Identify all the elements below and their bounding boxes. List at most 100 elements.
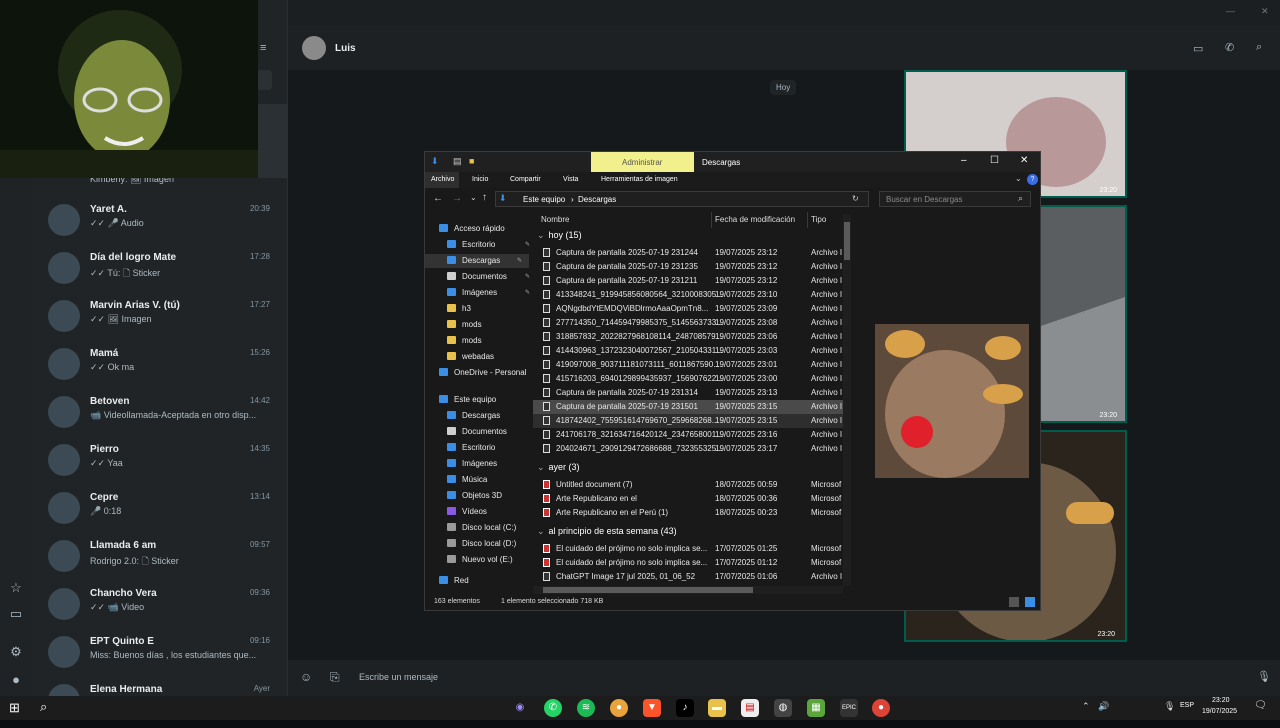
properties-icon[interactable]: ▤ bbox=[453, 156, 462, 167]
avatar[interactable] bbox=[48, 492, 80, 524]
chrome-profile-icon[interactable]: ● bbox=[872, 699, 890, 717]
epic-games-icon[interactable]: EPIC bbox=[840, 699, 858, 717]
nav-item[interactable]: Red bbox=[439, 574, 469, 588]
avatar[interactable] bbox=[302, 36, 326, 60]
file-row[interactable]: 241706178_321634716420124_2347658001... 1… bbox=[533, 428, 843, 442]
contact-name[interactable]: Luis bbox=[335, 43, 356, 54]
nav-item[interactable]: Música bbox=[447, 473, 487, 487]
file-row[interactable]: Captura de pantalla 2025-07-19 231501 19/… bbox=[533, 400, 843, 414]
search-input[interactable]: Buscar en Descargas ⌕ bbox=[879, 191, 1031, 207]
spotify-icon[interactable]: ≋ bbox=[577, 699, 595, 717]
chat-list-item[interactable]: Cepre 13:14 🎤 0:18 bbox=[32, 488, 288, 536]
window-minimize-button[interactable]: — bbox=[1226, 6, 1235, 16]
nav-item[interactable]: mods bbox=[447, 318, 482, 332]
window-close-button[interactable]: ✕ bbox=[1261, 6, 1269, 17]
tray-chevron-icon[interactable]: ⌃ bbox=[1082, 701, 1090, 712]
search-icon[interactable]: ⌕ bbox=[1256, 41, 1262, 54]
volume-icon[interactable]: 🔊 bbox=[1098, 701, 1109, 712]
avatar[interactable] bbox=[48, 396, 80, 428]
mic-icon[interactable]: 🎙 bbox=[1257, 670, 1271, 683]
tab-herramientas-imagen[interactable]: Herramientas de imagen bbox=[601, 176, 678, 183]
emoji-icon[interactable]: ☺ bbox=[300, 670, 312, 684]
chat-list-item[interactable]: Betoven 14:42 📹 Videollamada-Aceptada en o… bbox=[32, 392, 288, 440]
message-input[interactable]: Escribe un mensaje bbox=[359, 672, 438, 682]
copilot-icon[interactable]: ◉ bbox=[511, 699, 529, 717]
column-name[interactable]: Nombre bbox=[541, 215, 569, 224]
search-box-edge[interactable] bbox=[256, 70, 272, 90]
nav-item[interactable]: Imágenes ✎ bbox=[447, 286, 530, 300]
video-call-icon[interactable]: ▭ bbox=[1193, 42, 1203, 55]
maximize-button[interactable]: ☐ bbox=[990, 155, 999, 166]
avatar[interactable] bbox=[48, 444, 80, 476]
pin-icon[interactable]: ✎ bbox=[525, 270, 530, 284]
nav-item[interactable]: Este equipo bbox=[439, 393, 496, 407]
chat-list-item[interactable]: Día del logro Mate 17:28 ✓✓ Tú: 🗋 Sticker bbox=[32, 248, 288, 296]
archive-icon[interactable]: ▭ bbox=[8, 606, 24, 622]
whatsapp-icon[interactable]: ✆ bbox=[544, 699, 562, 717]
clock-time[interactable]: 23:20 bbox=[1212, 697, 1230, 704]
breadcrumb-descargas[interactable]: Descargas bbox=[578, 195, 616, 204]
language-indicator[interactable]: ESP bbox=[1180, 702, 1194, 709]
address-bar[interactable]: ⬇ Este equipo › Descargas ↻ bbox=[495, 191, 869, 207]
hscroll-thumb[interactable] bbox=[543, 587, 753, 593]
chat-list-item[interactable]: Llamada 6 am 09:57 Rodrigo 2.0: 🗋 Sticker bbox=[32, 536, 288, 584]
column-type[interactable]: Tipo bbox=[811, 215, 826, 224]
nav-item[interactable]: Descargas bbox=[447, 409, 500, 423]
pin-icon[interactable]: ✎ bbox=[525, 238, 530, 252]
avatar[interactable] bbox=[48, 636, 80, 668]
nav-item[interactable]: webadas bbox=[447, 350, 494, 364]
nav-item[interactable]: Documentos ✎ bbox=[447, 270, 530, 284]
file-row[interactable]: El cuidado del prójimo no solo implica s… bbox=[533, 556, 843, 570]
group-header[interactable]: ⌄ hoy (15) bbox=[537, 230, 582, 244]
attach-icon[interactable]: ⎘ bbox=[330, 670, 340, 685]
pdf-icon[interactable]: ▤ bbox=[741, 699, 759, 717]
windows-start-icon[interactable]: ⊞ bbox=[9, 700, 20, 716]
scroll-thumb[interactable] bbox=[844, 222, 850, 260]
file-row[interactable]: Captura de pantalla 2025-07-19 231314 19/… bbox=[533, 386, 843, 400]
back-icon[interactable]: ← bbox=[433, 193, 443, 204]
column-divider[interactable] bbox=[807, 212, 808, 228]
filter-icon[interactable]: ≡ bbox=[260, 42, 266, 54]
notification-icon[interactable]: 🗨 bbox=[1254, 700, 1267, 711]
chrome-icon[interactable]: ● bbox=[610, 699, 628, 717]
file-row[interactable]: 318857832_2022827968108114_248708579... 1… bbox=[533, 330, 843, 344]
nav-item[interactable]: mods bbox=[447, 334, 482, 348]
quick-access-icon[interactable]: ⬇ bbox=[431, 156, 439, 167]
image-message[interactable]: 23:20 bbox=[1036, 205, 1127, 423]
nav-item[interactable]: Imágenes bbox=[447, 457, 497, 471]
group-header[interactable]: ⌄ al principio de esta semana (43) bbox=[537, 526, 677, 540]
recent-icon[interactable]: ⌄ bbox=[470, 193, 477, 202]
column-date[interactable]: Fecha de modificación bbox=[715, 215, 795, 224]
avatar[interactable] bbox=[48, 204, 80, 236]
nav-item[interactable]: Escritorio ✎ bbox=[447, 238, 530, 252]
nav-item[interactable]: h3 bbox=[447, 302, 471, 316]
file-row[interactable]: Captura de pantalla 2025-07-19 231244 19/… bbox=[533, 246, 843, 260]
file-row[interactable]: 414430963_1372323040072567_210504331... 1… bbox=[533, 344, 843, 358]
star-icon[interactable]: ☆ bbox=[8, 580, 24, 596]
vertical-scrollbar[interactable] bbox=[843, 214, 851, 586]
chat-list-item[interactable]: Mamá 15:26 ✓✓ Ok ma bbox=[32, 344, 288, 392]
avatar[interactable] bbox=[48, 588, 80, 620]
brave-icon[interactable]: ▼ bbox=[643, 699, 661, 717]
nav-item[interactable]: Descargas ✎ bbox=[425, 254, 529, 268]
nav-item[interactable]: Nuevo vol (E:) bbox=[447, 553, 513, 567]
chat-list-item[interactable]: Marvin Arias V. (tú) 17:27 ✓✓ 🖼 Imagen bbox=[32, 296, 288, 344]
new-folder-icon[interactable]: ■ bbox=[469, 156, 474, 166]
file-row[interactable]: El cuidado del prójimo no solo implica s… bbox=[533, 542, 843, 556]
chevron-down-icon[interactable]: ⌄ bbox=[1015, 174, 1022, 183]
refresh-icon[interactable]: ↻ bbox=[852, 194, 859, 203]
chat-list-item[interactable]: Yaret A. 20:39 ✓✓ 🎤 Audio bbox=[32, 200, 288, 248]
file-row[interactable]: AQNgdbdYtEMDQViBDlrmoAaaOpmTn8... 19/07/2… bbox=[533, 302, 843, 316]
avatar[interactable] bbox=[48, 252, 80, 284]
file-row[interactable]: Arte Republicano en el Perú (1) 18/07/202… bbox=[533, 506, 843, 520]
tiktok-icon[interactable]: ♪ bbox=[676, 699, 694, 717]
column-divider[interactable] bbox=[711, 212, 712, 228]
close-button[interactable]: ✕ bbox=[1020, 155, 1028, 166]
nav-item[interactable]: Disco local (C:) bbox=[447, 521, 516, 535]
forward-icon[interactable]: → bbox=[452, 193, 462, 204]
breadcrumb-este-equipo[interactable]: Este equipo bbox=[523, 195, 565, 204]
minimize-button[interactable]: – bbox=[961, 155, 967, 166]
help-icon[interactable]: ? bbox=[1027, 174, 1038, 185]
chat-list-item[interactable]: Pierro 14:35 ✓✓ Yaa bbox=[32, 440, 288, 488]
file-row[interactable]: Untitled document (7) 18/07/2025 00:59 Mic… bbox=[533, 478, 843, 492]
